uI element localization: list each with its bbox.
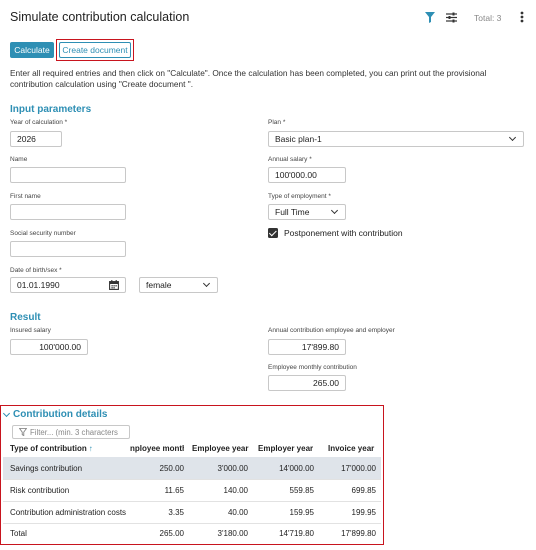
contribution-details-toggle[interactable]: Contribution details (2, 409, 108, 420)
chevron-down-icon (508, 133, 517, 142)
name-input[interactable] (10, 167, 126, 183)
cell-type: Total (10, 529, 27, 538)
sex-select[interactable]: female (139, 277, 218, 293)
instructions-text: Enter all required entries and then clic… (10, 68, 487, 89)
plan-select[interactable]: Basic plan-1 (268, 131, 524, 147)
total-count: Total: 3 (474, 13, 502, 23)
cell-employee-month: 3.35 (168, 508, 184, 517)
kebab-menu-icon[interactable] (520, 11, 524, 23)
filter-input[interactable]: Filter... (min. 3 characters (12, 425, 130, 439)
ssn-input[interactable] (10, 241, 126, 257)
year-label: Year of calculation * (10, 119, 68, 126)
sliders-icon[interactable] (446, 12, 457, 23)
column-header-employee-month[interactable]: nployee month (130, 444, 184, 453)
cell-employee-year: 140.00 (223, 486, 248, 495)
ssn-label: Social security number (10, 230, 76, 237)
salary-input[interactable]: 100'000.00 (268, 167, 346, 183)
employment-value: Full Time (275, 207, 310, 217)
first-name-input[interactable] (10, 204, 126, 220)
cell-invoice-year: 17'000.00 (341, 464, 376, 473)
sort-ascending-icon: ↑ (88, 444, 93, 453)
chevron-down-icon (2, 409, 11, 417)
annual-contribution-value: 17'899.80 (268, 339, 346, 355)
postponement-checkbox[interactable] (268, 228, 278, 238)
result-title: Result (10, 312, 41, 323)
column-header-type[interactable]: Type of contribution ↑ (10, 444, 93, 453)
cell-invoice-year: 17'899.80 (341, 529, 376, 538)
page-title: Simulate contribution calculation (10, 10, 190, 24)
column-header-employer-year[interactable]: Employer year (258, 444, 313, 453)
cell-employer-year: 159.95 (289, 508, 314, 517)
filter-icon[interactable] (425, 12, 435, 23)
chevron-down-icon (202, 279, 211, 288)
create-document-button[interactable]: Create document (59, 42, 131, 58)
cell-type: Contribution administration costs (10, 508, 127, 517)
monthly-contribution-value: 265.00 (268, 375, 346, 391)
cell-type: Risk contribution (10, 486, 70, 495)
calendar-icon[interactable] (109, 280, 119, 290)
cell-invoice-year: 199.95 (351, 508, 376, 517)
cell-employee-year: 40.00 (227, 508, 248, 517)
cell-employer-year: 559.85 (289, 486, 314, 495)
employment-select[interactable]: Full Time (268, 204, 346, 220)
filter-placeholder: Filter... (min. 3 characters (30, 427, 118, 437)
sex-value: female (146, 280, 172, 290)
first-name-label: First name (10, 193, 41, 200)
cell-invoice-year: 699.85 (351, 486, 376, 495)
cell-employee-month: 250.00 (159, 464, 184, 473)
name-label: Name (10, 156, 28, 163)
input-parameters-title: Input parameters (10, 104, 92, 115)
chevron-down-icon (330, 206, 339, 215)
column-header-employee-year[interactable]: Employee year (192, 444, 248, 453)
filter-icon (19, 428, 27, 436)
dob-label: Date of birth/sex * (10, 267, 62, 274)
cell-employer-year: 14'000.00 (279, 464, 314, 473)
postponement-label: Postponement with contribution (284, 228, 403, 238)
cell-employee-month: 265.00 (159, 529, 184, 538)
monthly-contribution-label: Employee monthly contribution (268, 364, 357, 371)
plan-value: Basic plan-1 (275, 134, 322, 144)
cell-employee-month: 11.65 (164, 486, 184, 495)
cell-type: Savings contribution (10, 464, 83, 473)
employment-label: Type of employment * (268, 193, 331, 200)
cell-employer-year: 14'719.80 (279, 529, 314, 538)
plan-label: Plan * (268, 119, 286, 126)
cell-employee-year: 3'180.00 (217, 529, 248, 538)
salary-label: Annual salary * (268, 156, 312, 163)
annual-contribution-label: Annual contribution employee and employe… (268, 327, 395, 334)
dob-value: 01.01.1990 (17, 280, 60, 290)
dob-input[interactable]: 01.01.1990 (10, 277, 126, 293)
cell-employee-year: 3'000.00 (217, 464, 248, 473)
year-input[interactable]: 2026 (10, 131, 62, 147)
contribution-details-title: Contribution details (13, 409, 108, 420)
column-header-invoice-year[interactable]: Invoice year (328, 444, 374, 453)
postponement-checkbox-row[interactable]: Postponement with contribution (268, 228, 403, 238)
insured-salary-value: 100'000.00 (10, 339, 88, 355)
calculate-button[interactable]: Calculate (10, 42, 54, 58)
insured-salary-label: Insured salary (10, 327, 51, 334)
